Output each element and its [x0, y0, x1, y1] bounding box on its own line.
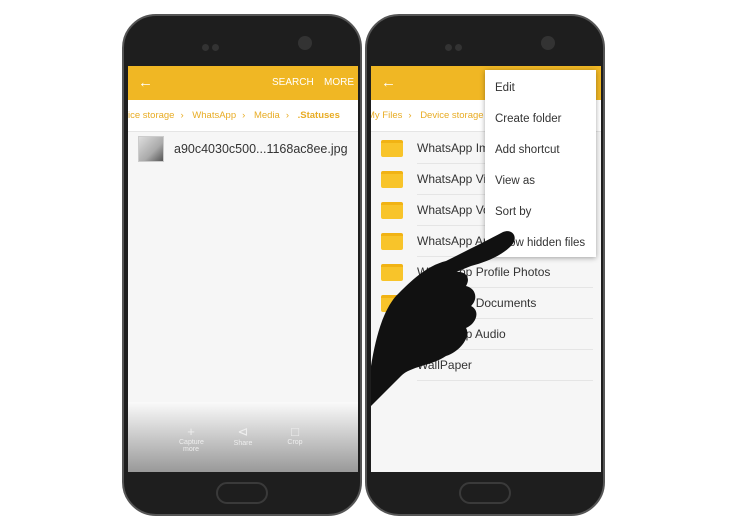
- crumb[interactable]: WhatsApp: [192, 110, 236, 121]
- breadcrumb: ice storage › WhatsApp › Media › .Statuses: [128, 100, 358, 132]
- speaker: [445, 44, 465, 52]
- image-thumbnail: [138, 136, 164, 162]
- label: Capture more: [179, 439, 204, 453]
- left-screen: ← SEARCH MORE ice storage › WhatsApp › Med…: [128, 66, 358, 472]
- right-phone: ← My Files› Device storage WhatsApp Imag…: [365, 14, 605, 516]
- crumb-current: .Statuses: [297, 110, 340, 121]
- share-icon: ⊲: [237, 424, 249, 439]
- home-button[interactable]: [459, 482, 511, 504]
- label: Crop: [287, 439, 303, 446]
- file-name: a90c4030c500...1168ac8ee.jpg: [174, 142, 348, 156]
- camera: [541, 36, 555, 50]
- crumb[interactable]: Media: [254, 110, 280, 121]
- label: Share: [233, 440, 253, 447]
- pointing-hand-icon: [371, 231, 515, 406]
- home-button[interactable]: [216, 482, 268, 504]
- plus-icon: +: [187, 424, 195, 439]
- app-bar: ← SEARCH MORE: [128, 66, 358, 100]
- search-button[interactable]: SEARCH: [272, 77, 314, 88]
- left-phone: ← SEARCH MORE ice storage › WhatsApp › Med…: [122, 14, 362, 516]
- share-button[interactable]: ⊲ Share: [231, 424, 255, 472]
- right-screen: ← My Files› Device storage WhatsApp Imag…: [371, 66, 601, 472]
- capture-more-button[interactable]: + Capture more: [179, 424, 204, 472]
- crumb[interactable]: ice storage: [128, 110, 174, 121]
- arrow-left-icon[interactable]: ←: [138, 74, 153, 91]
- more-button[interactable]: MORE: [324, 77, 354, 88]
- camera: [298, 36, 312, 50]
- bottom-bar: + Capture more ⊲ Share □ Crop: [128, 402, 358, 472]
- file-item[interactable]: a90c4030c500...1168ac8ee.jpg: [138, 136, 348, 162]
- speaker: [202, 44, 222, 52]
- crop-button[interactable]: □ Crop: [283, 424, 307, 472]
- crop-icon: □: [291, 424, 299, 439]
